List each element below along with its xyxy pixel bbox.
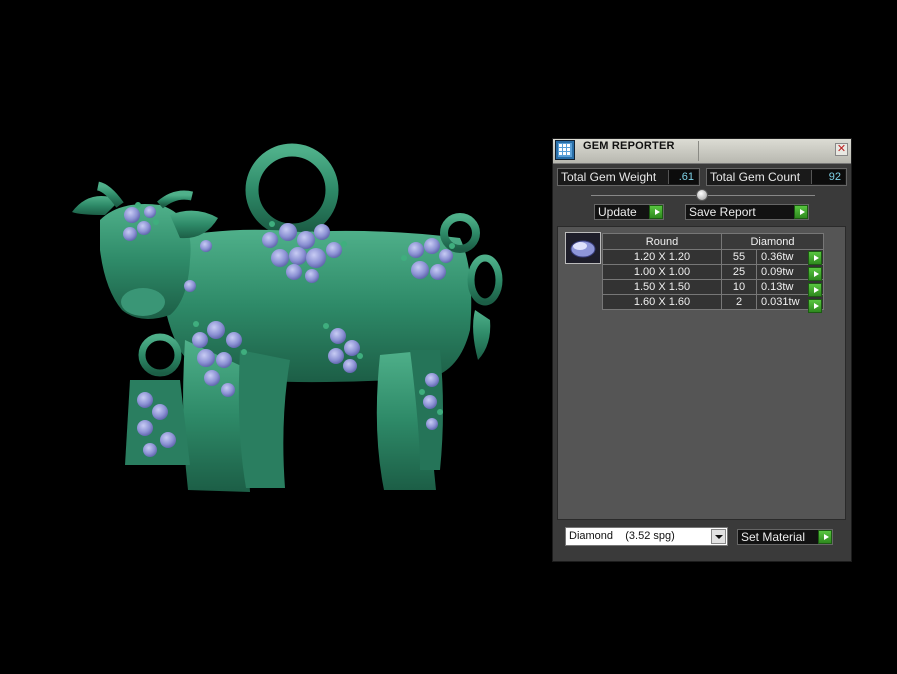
gem-reporter-panel: GEM REPORTER ✕ Total Gem Weight .61 Tota… — [552, 138, 852, 562]
close-icon[interactable]: ✕ — [835, 143, 848, 156]
gem-size: 1.50 X 1.50 — [602, 279, 722, 295]
update-button[interactable]: Update — [594, 204, 664, 220]
table-header-material: Diamond — [721, 233, 824, 250]
table-row: 1.00 X 1.00 25 0.09tw — [602, 264, 824, 280]
select-row-arrow-icon[interactable] — [808, 251, 822, 265]
save-report-label: Save Report — [689, 205, 756, 219]
chevron-down-icon[interactable] — [711, 529, 726, 544]
gem-count: 25 — [721, 264, 757, 280]
play-arrow-icon — [649, 205, 663, 219]
title-divider — [698, 141, 699, 161]
panel-titlebar[interactable]: GEM REPORTER ✕ — [553, 139, 851, 164]
gem-size: 1.00 X 1.00 — [602, 264, 722, 280]
update-label: Update — [598, 205, 637, 219]
total-gem-count: Total Gem Count 92 — [706, 168, 847, 186]
material-selected-value: Diamond (3.52 spg) — [569, 530, 675, 542]
total-weight-label: Total Gem Weight — [561, 170, 657, 184]
total-gem-weight: Total Gem Weight .61 — [557, 168, 700, 186]
gem-report-table: Round Diamond 1.20 X 1.20 55 0.36tw 1.00… — [602, 233, 824, 310]
gem-count: 10 — [721, 279, 757, 295]
table-row: 1.50 X 1.50 10 0.13tw — [602, 279, 824, 295]
select-row-arrow-icon[interactable] — [808, 283, 822, 297]
play-arrow-icon — [794, 205, 808, 219]
total-weight-value: .61 — [668, 170, 698, 184]
panel-title: GEM REPORTER — [583, 140, 675, 152]
table-header-shape: Round — [602, 233, 722, 250]
report-area: Round Diamond 1.20 X 1.20 55 0.36tw 1.00… — [557, 226, 846, 520]
play-arrow-icon — [818, 530, 832, 544]
table-row: 1.60 X 1.60 2 0.031tw — [602, 294, 824, 310]
total-count-value: 92 — [811, 170, 845, 184]
gem-count: 55 — [721, 249, 757, 265]
table-row: 1.20 X 1.20 55 0.36tw — [602, 249, 824, 265]
gem-size: 1.20 X 1.20 — [602, 249, 722, 265]
splitter-handle[interactable] — [696, 189, 708, 201]
select-row-arrow-icon[interactable] — [808, 299, 822, 313]
gem-count: 2 — [721, 294, 757, 310]
total-count-label: Total Gem Count — [710, 170, 801, 184]
material-dropdown[interactable]: Diamond (3.52 spg) — [565, 527, 728, 546]
gem-reporter-icon — [555, 140, 575, 160]
round-gem-icon[interactable] — [565, 232, 601, 264]
gem-size: 1.60 X 1.60 — [602, 294, 722, 310]
set-material-button[interactable]: Set Material — [737, 529, 833, 545]
select-row-arrow-icon[interactable] — [808, 267, 822, 281]
set-material-label: Set Material — [741, 530, 806, 544]
save-report-button[interactable]: Save Report — [685, 204, 809, 220]
